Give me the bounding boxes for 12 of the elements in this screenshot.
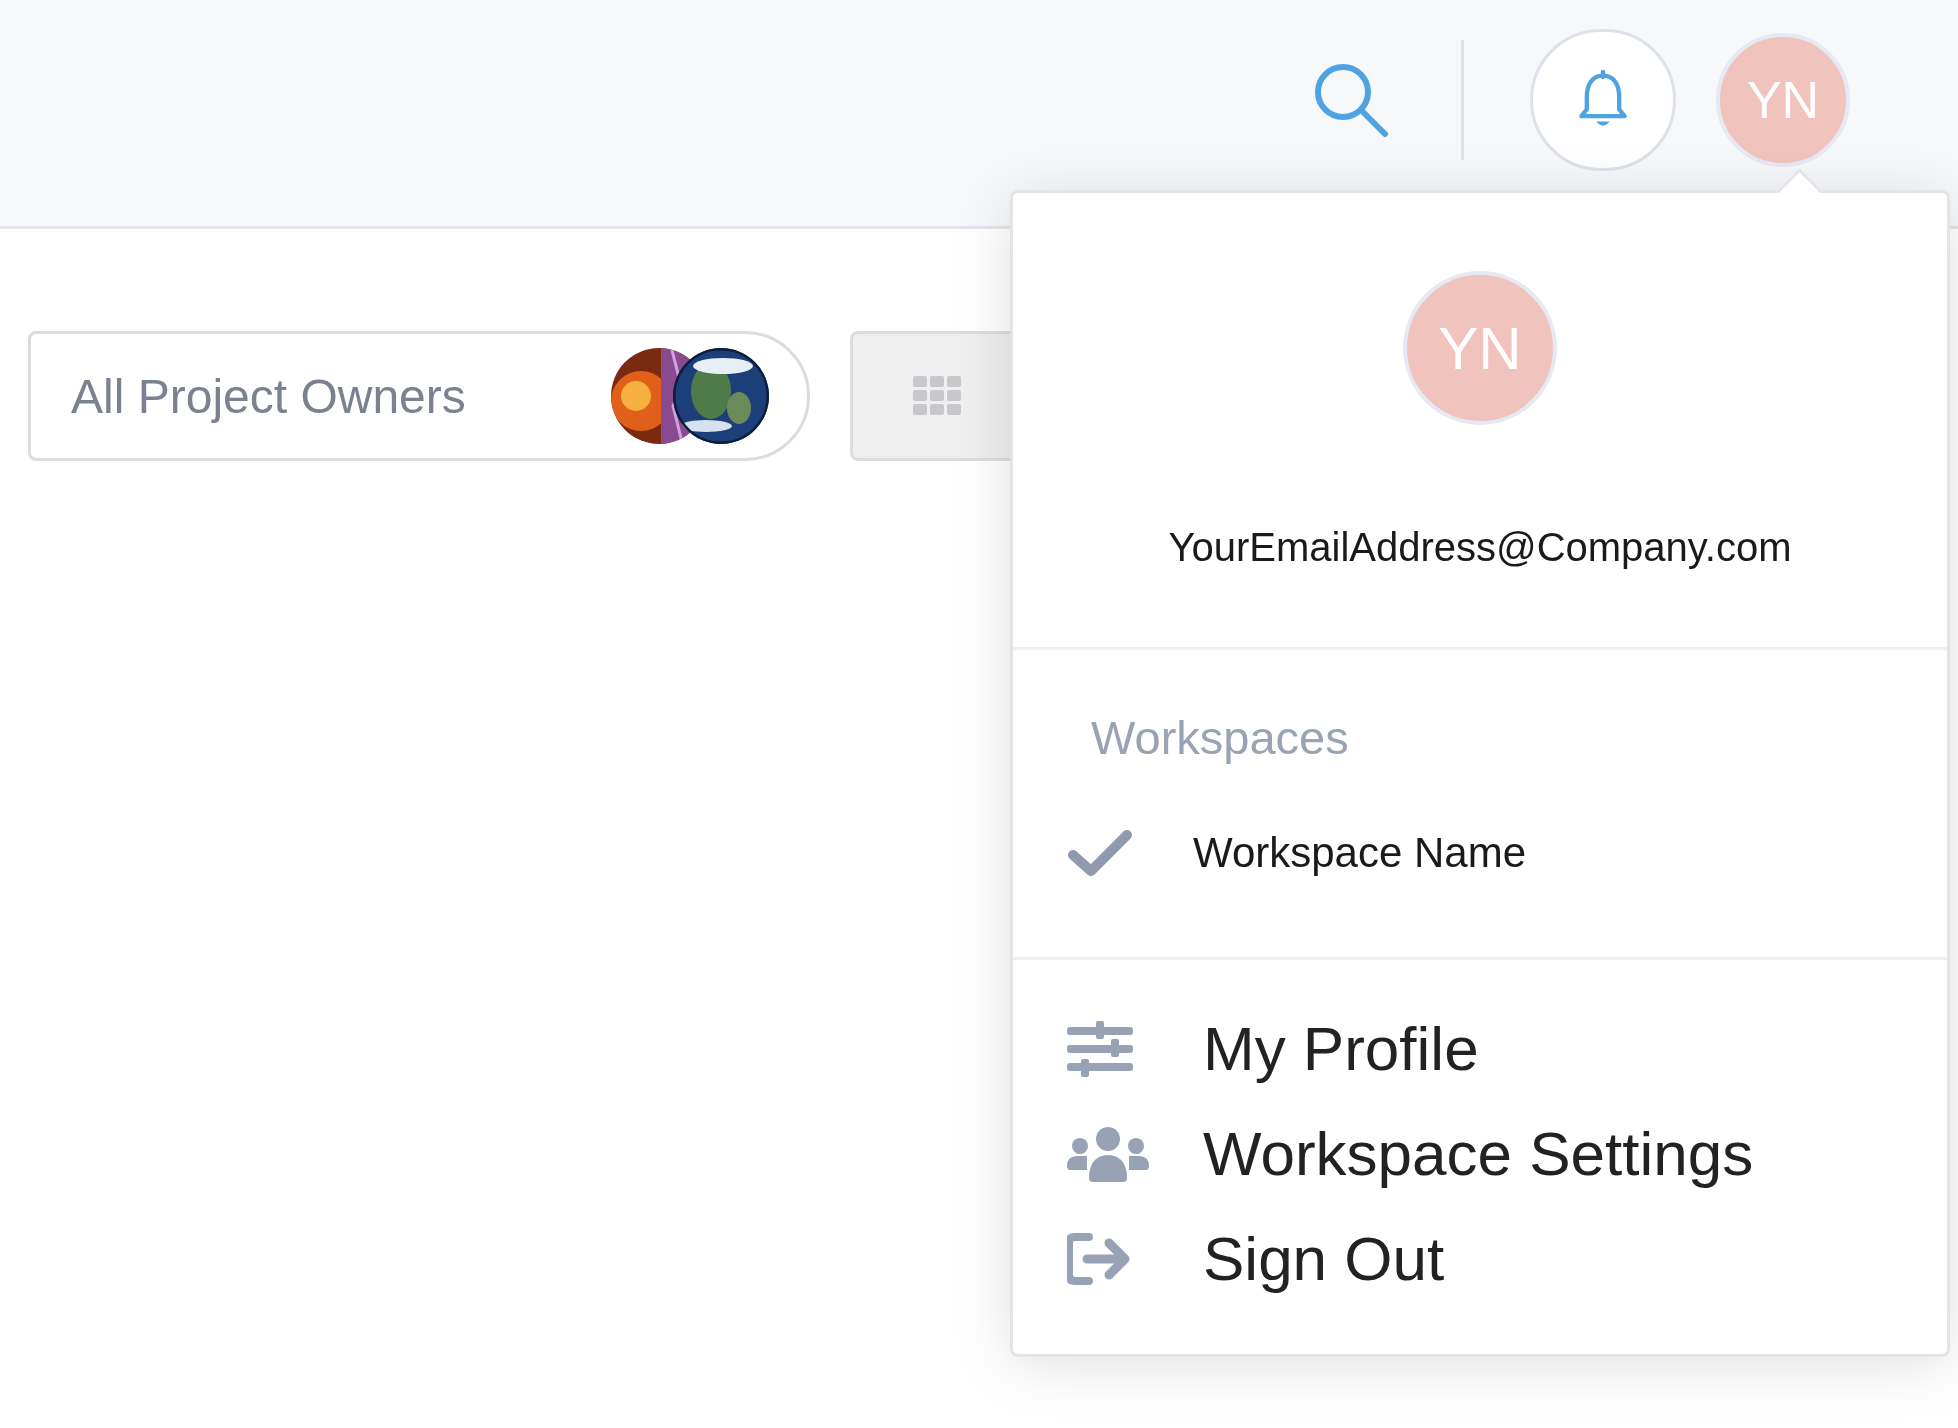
filter-label: All Project Owners — [71, 368, 466, 424]
menu-item[interactable]: Workspace Settings — [1203, 1118, 1754, 1189]
grid-icon — [913, 376, 961, 416]
menu-item[interactable]: My Profile — [1203, 1013, 1479, 1084]
email-address: YourEmailAddress@Company.com — [1168, 525, 1792, 570]
section-heading: Workspaces — [1091, 710, 1350, 765]
sliders-icon — [1067, 1020, 1133, 1077]
user-avatar: YN — [1403, 271, 1557, 425]
users-icon — [1067, 1125, 1149, 1182]
menu-item[interactable]: Sign Out — [1203, 1223, 1445, 1294]
owner-filter[interactable]: All Project Owners — [28, 331, 810, 461]
workspace-item[interactable]: Workspace Name — [1193, 829, 1526, 877]
